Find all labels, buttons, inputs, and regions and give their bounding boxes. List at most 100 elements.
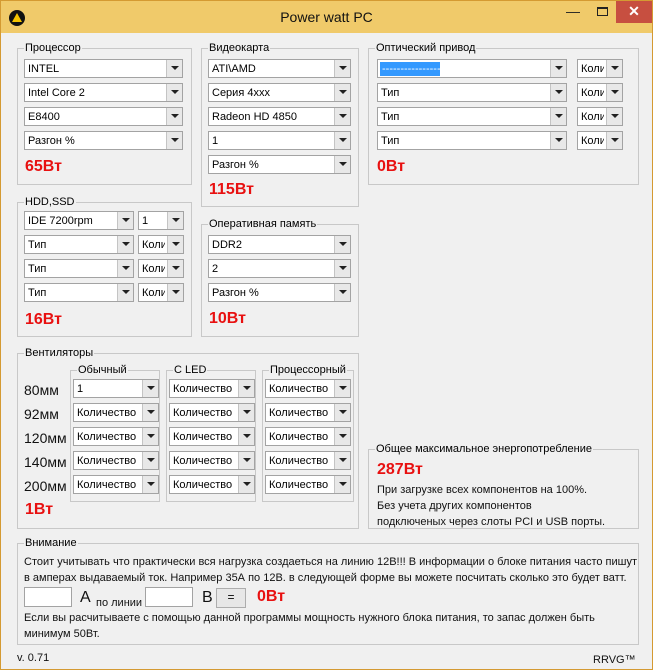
- hdd-count-select-3[interactable]: Коли: [138, 259, 184, 278]
- optical-type-select-1[interactable]: ------------------: [377, 59, 567, 78]
- fan-140-led-select[interactable]: Количество: [169, 451, 255, 470]
- fan-200-cpu-select[interactable]: Количество: [265, 475, 351, 494]
- optical-count-select-4[interactable]: Коли: [577, 131, 623, 150]
- hdd-count-value-4: Коли: [142, 287, 165, 299]
- fan-200-led-select[interactable]: Количество: [169, 475, 255, 494]
- amps-input[interactable]: [24, 587, 72, 607]
- optical-type-select-4[interactable]: Тип: [377, 131, 567, 150]
- cpu-series-value: Intel Core 2: [28, 87, 85, 99]
- chevron-down-icon[interactable]: [167, 236, 183, 253]
- optical-count-select-3[interactable]: Коли: [577, 107, 623, 126]
- chevron-down-icon[interactable]: [334, 380, 350, 397]
- fan-92-cpu-select[interactable]: Количество: [265, 403, 351, 422]
- calculate-button[interactable]: =: [216, 588, 246, 608]
- chevron-down-icon[interactable]: [550, 60, 566, 77]
- chevron-down-icon[interactable]: [166, 84, 182, 101]
- cpu-overclock-select[interactable]: Разгон %: [24, 131, 183, 150]
- chevron-down-icon[interactable]: [142, 428, 158, 445]
- hdd-count-select-1[interactable]: 1: [138, 211, 184, 230]
- chevron-down-icon[interactable]: [606, 60, 622, 77]
- chevron-down-icon[interactable]: [142, 404, 158, 421]
- chevron-down-icon[interactable]: [606, 84, 622, 101]
- ram-count-select[interactable]: 2: [208, 259, 351, 278]
- gpu-series-select[interactable]: Серия 4xxx: [208, 83, 351, 102]
- chevron-down-icon[interactable]: [334, 60, 350, 77]
- gpu-count-select[interactable]: 1: [208, 131, 351, 150]
- chevron-down-icon[interactable]: [334, 108, 350, 125]
- chevron-down-icon[interactable]: [334, 236, 350, 253]
- chevron-down-icon[interactable]: [167, 284, 183, 301]
- fan-120-regular-value: Количество: [77, 431, 137, 443]
- chevron-down-icon[interactable]: [550, 108, 566, 125]
- chevron-down-icon[interactable]: [334, 452, 350, 469]
- chevron-down-icon[interactable]: [238, 380, 254, 397]
- chevron-down-icon[interactable]: [142, 476, 158, 493]
- ram-type-select[interactable]: DDR2: [208, 235, 351, 254]
- chevron-down-icon[interactable]: [117, 212, 133, 229]
- fan-120-cpu-select[interactable]: Количество: [265, 427, 351, 446]
- fan-80-cpu-select[interactable]: Количество: [265, 379, 351, 398]
- chevron-down-icon[interactable]: [166, 132, 182, 149]
- fan-80-regular-select[interactable]: 1: [73, 379, 159, 398]
- hdd-count-select-2[interactable]: Коли: [138, 235, 184, 254]
- chevron-down-icon[interactable]: [334, 404, 350, 421]
- cpu-model-value: E8400: [28, 111, 60, 123]
- minimize-button[interactable]: —: [558, 1, 588, 23]
- chevron-down-icon[interactable]: [238, 428, 254, 445]
- chevron-down-icon[interactable]: [606, 108, 622, 125]
- cpu-series-select[interactable]: Intel Core 2: [24, 83, 183, 102]
- chevron-down-icon[interactable]: [550, 84, 566, 101]
- chevron-down-icon[interactable]: [334, 428, 350, 445]
- gpu-overclock-select[interactable]: Разгон %: [208, 155, 351, 174]
- hdd-count-select-4[interactable]: Коли: [138, 283, 184, 302]
- fan-120-led-select[interactable]: Количество: [169, 427, 255, 446]
- chevron-down-icon[interactable]: [334, 156, 350, 173]
- chevron-down-icon[interactable]: [550, 132, 566, 149]
- chevron-down-icon[interactable]: [166, 60, 182, 77]
- optical-type-select-3[interactable]: Тип: [377, 107, 567, 126]
- chevron-down-icon[interactable]: [117, 236, 133, 253]
- chevron-down-icon[interactable]: [117, 260, 133, 277]
- fan-92-regular-select[interactable]: Количество: [73, 403, 159, 422]
- optical-type-select-2[interactable]: Тип: [377, 83, 567, 102]
- gpu-brand-select[interactable]: ATI\AMD: [208, 59, 351, 78]
- optical-count-select-1[interactable]: Коли: [577, 59, 623, 78]
- close-button[interactable]: ✕: [616, 1, 652, 23]
- hdd-group: HDD,SSD IDE 7200rpm 1 Тип Коли Тип Коли …: [17, 196, 192, 337]
- hdd-type-select-1[interactable]: IDE 7200rpm: [24, 211, 134, 230]
- chevron-down-icon[interactable]: [142, 452, 158, 469]
- chevron-down-icon[interactable]: [334, 260, 350, 277]
- chevron-down-icon[interactable]: [142, 380, 158, 397]
- volts-input[interactable]: [145, 587, 193, 607]
- chevron-down-icon[interactable]: [238, 452, 254, 469]
- gpu-model-select[interactable]: Radeon HD 4850: [208, 107, 351, 126]
- chevron-down-icon[interactable]: [334, 476, 350, 493]
- fan-200-cpu-value: Количество: [269, 479, 329, 491]
- fan-120-regular-select[interactable]: Количество: [73, 427, 159, 446]
- cpu-brand-select[interactable]: INTEL: [24, 59, 183, 78]
- fan-140-cpu-select[interactable]: Количество: [265, 451, 351, 470]
- ram-overclock-select[interactable]: Разгон %: [208, 283, 351, 302]
- chevron-down-icon[interactable]: [238, 476, 254, 493]
- chevron-down-icon[interactable]: [166, 108, 182, 125]
- optical-count-select-2[interactable]: Коли: [577, 83, 623, 102]
- chevron-down-icon[interactable]: [334, 84, 350, 101]
- cpu-model-select[interactable]: E8400: [24, 107, 183, 126]
- chevron-down-icon[interactable]: [167, 260, 183, 277]
- fan-92-led-select[interactable]: Количество: [169, 403, 255, 422]
- hdd-type-select-2[interactable]: Тип: [24, 235, 134, 254]
- fan-140-regular-select[interactable]: Количество: [73, 451, 159, 470]
- chevron-down-icon[interactable]: [334, 284, 350, 301]
- fan-80-cpu-value: Количество: [269, 383, 329, 395]
- chevron-down-icon[interactable]: [117, 284, 133, 301]
- hdd-type-select-4[interactable]: Тип: [24, 283, 134, 302]
- fan-200-regular-select[interactable]: Количество: [73, 475, 159, 494]
- maximize-button[interactable]: [589, 1, 616, 23]
- chevron-down-icon[interactable]: [334, 132, 350, 149]
- chevron-down-icon[interactable]: [238, 404, 254, 421]
- title-bar[interactable]: Power watt PC — ✕: [1, 1, 652, 33]
- chevron-down-icon[interactable]: [167, 212, 183, 229]
- fan-80-led-select[interactable]: Количество: [169, 379, 255, 398]
- chevron-down-icon[interactable]: [606, 132, 622, 149]
- hdd-type-select-3[interactable]: Тип: [24, 259, 134, 278]
